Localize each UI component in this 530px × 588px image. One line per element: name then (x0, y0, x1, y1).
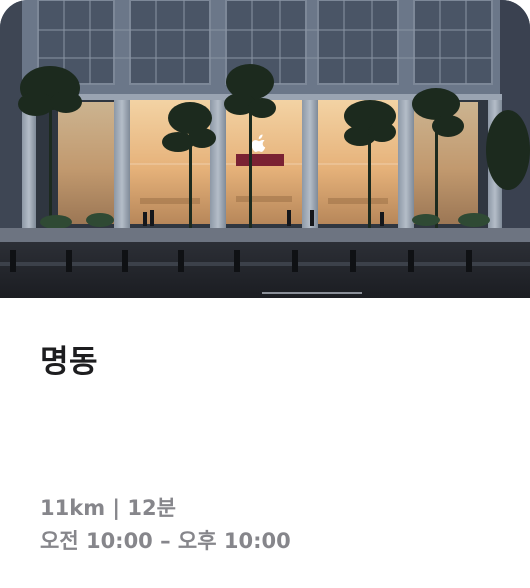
store-photo (0, 0, 530, 298)
store-name: 명동 (40, 344, 99, 380)
store-info: 명동 11km | 12분 오전 10:00 – 오후 10:00 (0, 298, 530, 588)
store-hours: 오전 10:00 – 오후 10:00 (40, 529, 291, 553)
distance-time: 11km | 12분 (40, 496, 176, 520)
store-card[interactable]: 명동 11km | 12분 오전 10:00 – 오후 10:00 (0, 0, 530, 588)
store-meta: 11km | 12분 오전 10:00 – 오후 10:00 (40, 492, 291, 558)
